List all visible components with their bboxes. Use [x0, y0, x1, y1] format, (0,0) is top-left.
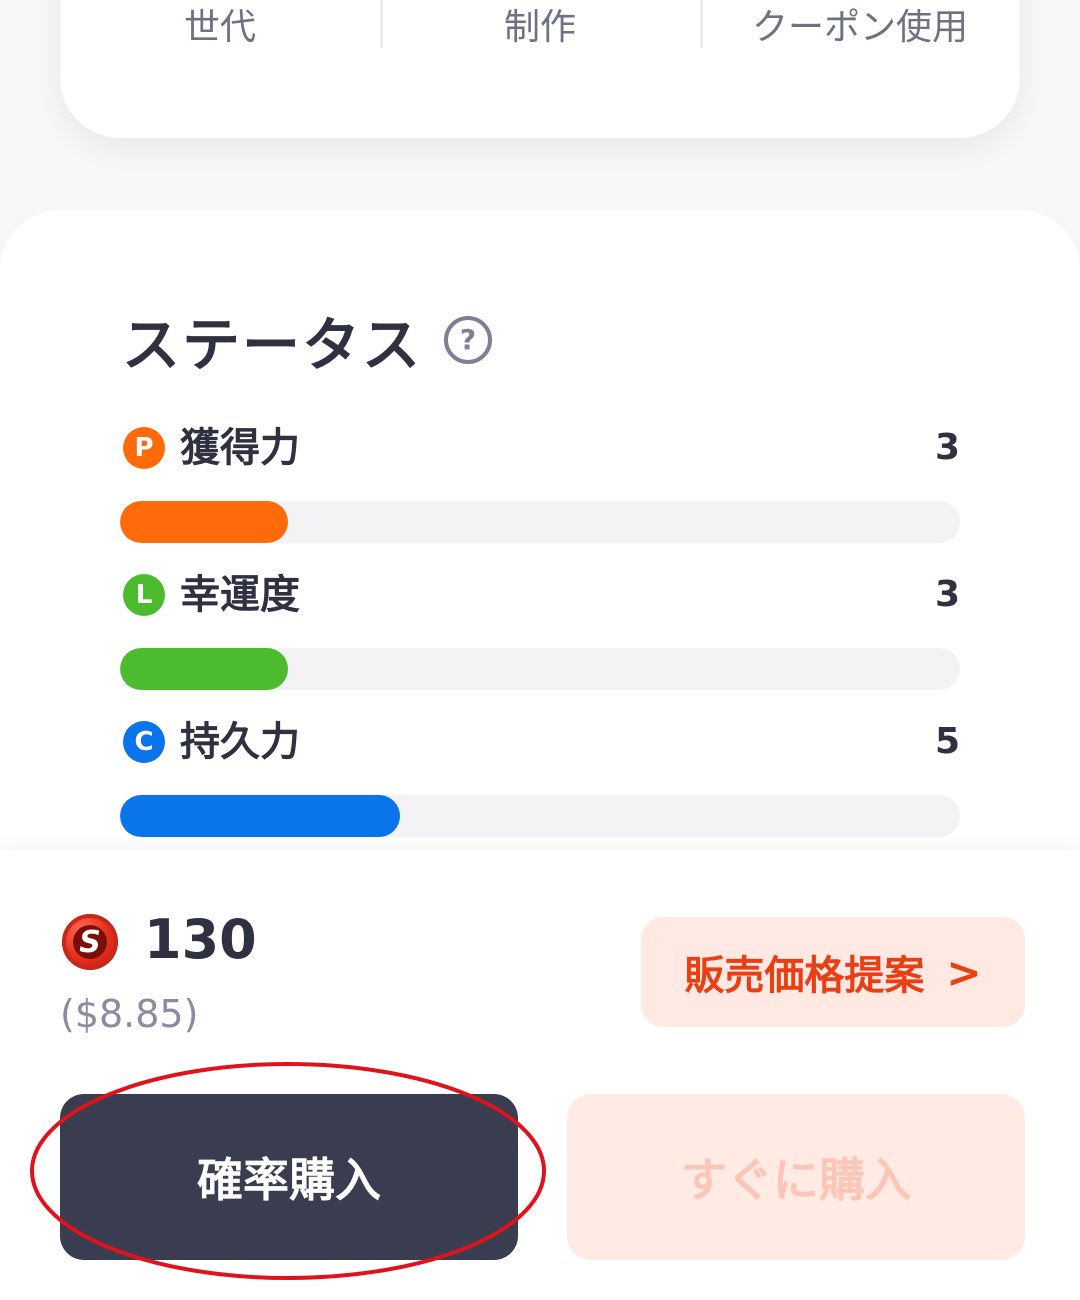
- offer-label: 販売価格提案: [684, 953, 925, 999]
- price-usd: ($8.85): [60, 992, 199, 1036]
- question-circle-icon[interactable]: ?: [444, 316, 493, 364]
- probability-buy-button[interactable]: 確率購入: [60, 1094, 518, 1260]
- stat-label: 幸運度: [180, 572, 300, 618]
- stat-bar-track: [120, 795, 960, 837]
- stat-bar-fill: [120, 795, 400, 837]
- top-info-card: 世代 制作 クーポン使用: [60, 0, 1020, 138]
- stat-label: 持久力: [180, 719, 300, 765]
- offer-price-button[interactable]: 販売価格提案 >: [641, 917, 1025, 1027]
- stat-label: 獲得力: [180, 425, 300, 471]
- stat-durability: C 持久力 5: [120, 714, 960, 837]
- p-badge-icon: P: [123, 427, 165, 469]
- s-coin-icon: S: [62, 914, 118, 970]
- coin-letter: S: [73, 925, 107, 960]
- tab-generation[interactable]: 世代: [60, 0, 380, 48]
- stat-bar-fill: [120, 501, 288, 543]
- purchase-bar: S 130 ($8.85) 販売価格提案 > 確率購入 すぐに購入: [0, 850, 1080, 1300]
- stat-value: 3: [934, 574, 960, 615]
- c-badge-icon: C: [123, 721, 165, 763]
- stat-bar-fill: [120, 648, 288, 690]
- stat-earning-power: P 獲得力 3: [120, 420, 960, 543]
- status-title: ステータス: [122, 311, 423, 379]
- stat-value: 5: [934, 721, 960, 762]
- status-title-row: ステータス ?: [122, 298, 493, 382]
- stat-bar-track: [120, 501, 960, 543]
- stat-bar-track: [120, 648, 960, 690]
- status-card: ステータス ? P 獲得力 3 L 幸運度 3 C 持久力 5: [0, 210, 1080, 910]
- chevron-right-icon: >: [946, 947, 982, 997]
- stat-value: 3: [934, 427, 960, 468]
- buy-now-button[interactable]: すぐに購入: [567, 1094, 1025, 1260]
- price: 130: [144, 908, 257, 971]
- top-tabs: 世代 制作 クーポン使用: [60, 0, 1020, 48]
- l-badge-icon: L: [123, 574, 165, 616]
- stat-luck: L 幸運度 3: [120, 567, 960, 690]
- tab-crafting[interactable]: 制作: [380, 0, 700, 48]
- tab-coupon-use[interactable]: クーポン使用: [700, 0, 1020, 48]
